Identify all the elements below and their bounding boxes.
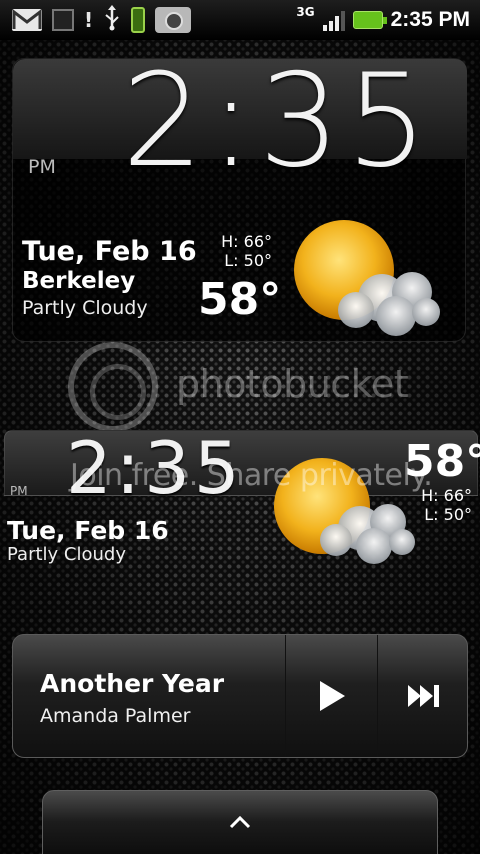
skip-next-icon [408, 685, 439, 707]
usb-icon [103, 5, 121, 35]
music-widget[interactable]: Another Year Amanda Palmer [12, 634, 468, 758]
watermark-tagline: Join free. Share privately. [70, 458, 433, 493]
play-button[interactable] [287, 635, 377, 757]
phone-icon [131, 7, 146, 33]
partly-cloudy-icon[interactable] [284, 212, 446, 340]
gmail-icon [12, 9, 42, 31]
large-widget-hilo: H: 66° L: 50° [216, 232, 272, 270]
camera-icon [155, 7, 192, 33]
large-widget-condition: Partly Cloudy [22, 297, 148, 319]
photobucket-logo [68, 342, 158, 432]
music-divider [285, 635, 286, 757]
small-widget-date: Tue, Feb 16 [7, 516, 169, 545]
battery-icon [352, 11, 387, 29]
signal-icon [322, 9, 345, 31]
large-clock-ampm: PM [28, 156, 56, 178]
small-widget-low: L: 50° [424, 505, 472, 524]
status-time: 2:35 PM [390, 8, 470, 31]
next-button[interactable] [379, 635, 469, 757]
large-widget-city: Berkeley [22, 268, 136, 294]
large-widget-low: L: 50° [224, 251, 272, 270]
calendar-icon [52, 9, 74, 31]
large-clock-time[interactable]: 2:35 [122, 58, 433, 186]
app-drawer-handle[interactable] [42, 790, 438, 854]
large-widget-high: H: 66° [221, 232, 272, 251]
small-clock-ampm: PM [10, 484, 28, 498]
chevron-up-icon [229, 815, 251, 829]
status-bar[interactable]: ! 3G 2:35 PM [0, 0, 480, 40]
watermark-brand: photobucket [176, 362, 409, 406]
track-artist: Amanda Palmer [40, 705, 191, 727]
play-icon [320, 681, 345, 711]
small-widget-condition: Partly Cloudy [7, 544, 126, 565]
alert-icon: ! [84, 8, 94, 32]
track-title[interactable]: Another Year [40, 669, 224, 698]
music-divider [377, 635, 378, 757]
large-widget-date: Tue, Feb 16 [22, 236, 197, 267]
large-widget-temperature: 58° [198, 274, 282, 325]
network-type: 3G [296, 5, 315, 19]
